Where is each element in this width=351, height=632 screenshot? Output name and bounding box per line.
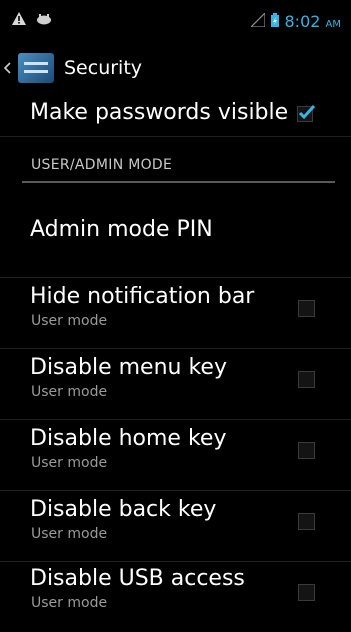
- warning-icon: [12, 10, 26, 29]
- battery-icon: [270, 12, 279, 31]
- checkbox-checked[interactable]: [297, 104, 317, 126]
- section-header-label: USER/ADMIN MODE: [31, 157, 173, 173]
- clock: 8:02 AM: [285, 12, 342, 31]
- setting-label: Disable menu key: [30, 355, 227, 380]
- checkbox-unchecked[interactable]: [298, 442, 315, 459]
- settings-list: Make passwords visible USER/ADMIN MODE A…: [0, 94, 351, 632]
- setting-hide-notification-bar[interactable]: Hide notification bar User mode: [0, 278, 351, 349]
- setting-label: Hide notification bar: [30, 284, 255, 309]
- checkbox-unchecked[interactable]: [298, 513, 315, 530]
- setting-disable-home-key[interactable]: Disable home key User mode: [0, 420, 351, 491]
- checkbox-unchecked[interactable]: [298, 300, 315, 317]
- setting-label: Disable back key: [30, 497, 217, 522]
- usb-icon: [36, 10, 52, 29]
- setting-make-passwords-visible[interactable]: Make passwords visible: [0, 94, 351, 137]
- setting-summary: User mode: [31, 526, 108, 542]
- setting-summary: User mode: [31, 455, 108, 471]
- setting-disable-back-key[interactable]: Disable back key User mode: [0, 491, 351, 562]
- setting-admin-mode-pin[interactable]: Admin mode PIN: [0, 207, 351, 278]
- setting-label: Make passwords visible: [30, 100, 289, 125]
- settings-icon[interactable]: [18, 53, 54, 83]
- clock-ampm: AM: [325, 19, 341, 30]
- setting-label: Disable USB access: [30, 566, 245, 591]
- setting-summary: User mode: [31, 595, 108, 611]
- checkbox-unchecked[interactable]: [298, 371, 315, 388]
- setting-summary: User mode: [31, 313, 108, 329]
- setting-disable-menu-key[interactable]: Disable menu key User mode: [0, 349, 351, 420]
- status-bar: 8:02 AM: [0, 0, 351, 40]
- setting-summary: User mode: [31, 384, 108, 400]
- clock-time: 8:02: [284, 12, 321, 31]
- checkbox-unchecked[interactable]: [298, 584, 315, 601]
- setting-label: Disable home key: [30, 426, 227, 451]
- section-divider: [22, 181, 335, 183]
- section-header: USER/ADMIN MODE: [0, 137, 351, 215]
- setting-disable-usb-access[interactable]: Disable USB access User mode: [0, 562, 351, 632]
- action-bar[interactable]: Security: [0, 42, 351, 94]
- setting-label: Admin mode PIN: [30, 217, 213, 242]
- up-caret-icon[interactable]: [4, 53, 14, 83]
- page-title: Security: [64, 57, 143, 79]
- signal-icon: [249, 11, 266, 31]
